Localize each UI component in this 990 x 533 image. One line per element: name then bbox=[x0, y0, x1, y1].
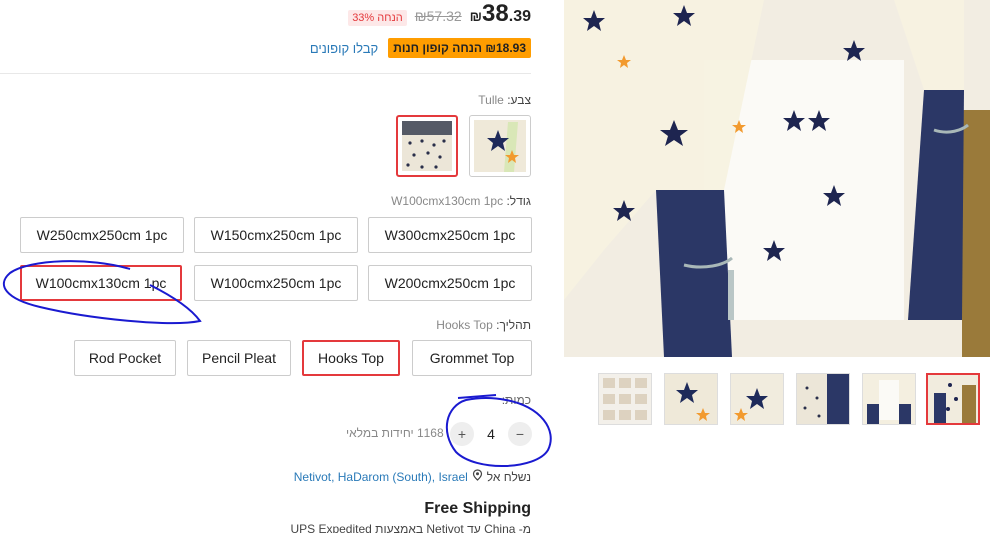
color-label: צבע: bbox=[507, 93, 531, 107]
plus-icon[interactable]: + bbox=[450, 422, 474, 446]
process-option[interactable]: Pencil Pleat bbox=[187, 340, 291, 376]
process-option-selected[interactable]: Hooks Top bbox=[302, 340, 400, 376]
size-option[interactable]: W250cmx250cm 1pc bbox=[20, 217, 184, 253]
size-value: W100cmx130cm 1pc bbox=[391, 194, 504, 208]
image-gallery bbox=[564, 0, 990, 533]
quantity-label: כמות: bbox=[501, 393, 531, 407]
size-option[interactable]: W150cmx250cm 1pc bbox=[194, 217, 358, 253]
process-option[interactable]: Rod Pocket bbox=[74, 340, 176, 376]
shipping-detail: מ- China עד Netivot באמצעות UPS Expedite… bbox=[290, 522, 531, 533]
discount-badge: הנחה 33% bbox=[348, 10, 407, 26]
color-swatch-blue-stars[interactable] bbox=[469, 115, 531, 177]
original-price: ₪57.32 bbox=[414, 8, 462, 24]
size-label-row: גודל: W100cmx130cm 1pc bbox=[391, 194, 531, 208]
gallery-thumbnail[interactable] bbox=[862, 373, 916, 425]
coupon-row: ₪18.93 הנחה קופון חנות קבלו קופונים bbox=[310, 38, 531, 58]
location-pin-icon bbox=[472, 469, 483, 484]
process-option[interactable]: Grommet Top bbox=[412, 340, 532, 376]
gallery-thumbnail-selected[interactable] bbox=[926, 373, 980, 425]
ship-to-label: נשלח אל bbox=[486, 469, 531, 484]
color-swatch-tulle[interactable] bbox=[396, 115, 458, 177]
currency-symbol: ₪ bbox=[469, 8, 483, 24]
size-option[interactable]: W200cmx250cm 1pc bbox=[368, 265, 532, 301]
get-coupons-link[interactable]: קבלו קופונים bbox=[310, 41, 378, 56]
gallery-thumbnail[interactable] bbox=[598, 373, 652, 425]
ship-location-link[interactable]: Netivot, HaDarom (South), Israel bbox=[294, 470, 468, 484]
gallery-thumbnail[interactable] bbox=[730, 373, 784, 425]
main-product-image[interactable] bbox=[564, 0, 990, 357]
process-label-row: תהליך: Hooks Top bbox=[436, 318, 531, 332]
color-label-row: צבע: Tulle bbox=[478, 93, 531, 107]
quantity-value[interactable]: 4 bbox=[478, 426, 504, 442]
product-info-panel: ₪38.39 ₪57.32 הנחה 33% ₪18.93 הנחה קופון… bbox=[0, 0, 552, 533]
divider bbox=[0, 73, 531, 74]
current-price: ₪38.39 bbox=[470, 0, 531, 28]
price-integer: 38 bbox=[482, 0, 509, 27]
stock-available: 1168 יחידות במלאי bbox=[346, 426, 444, 440]
color-value: Tulle bbox=[478, 93, 504, 107]
store-coupon-badge[interactable]: ₪18.93 הנחה קופון חנות bbox=[388, 38, 531, 58]
gallery-thumbnail[interactable] bbox=[664, 373, 718, 425]
process-value: Hooks Top bbox=[436, 318, 493, 332]
size-option-selected[interactable]: W100cmx130cm 1pc bbox=[20, 265, 182, 301]
size-option[interactable]: W100cmx250cm 1pc bbox=[194, 265, 358, 301]
size-option[interactable]: W300cmx250cm 1pc bbox=[368, 217, 532, 253]
process-label: תהליך: bbox=[496, 318, 531, 332]
gallery-thumbnail[interactable] bbox=[796, 373, 850, 425]
size-label: גודל: bbox=[506, 194, 531, 208]
minus-icon[interactable]: − bbox=[508, 422, 532, 446]
price-row: ₪38.39 ₪57.32 הנחה 33% bbox=[348, 0, 531, 28]
price-decimal: .39 bbox=[508, 8, 531, 25]
free-shipping-title: Free Shipping bbox=[424, 500, 531, 517]
quantity-stepper: + 4 − bbox=[450, 421, 532, 447]
ship-to-row: נשלח אל Netivot, HaDarom (South), Israel bbox=[294, 469, 531, 484]
